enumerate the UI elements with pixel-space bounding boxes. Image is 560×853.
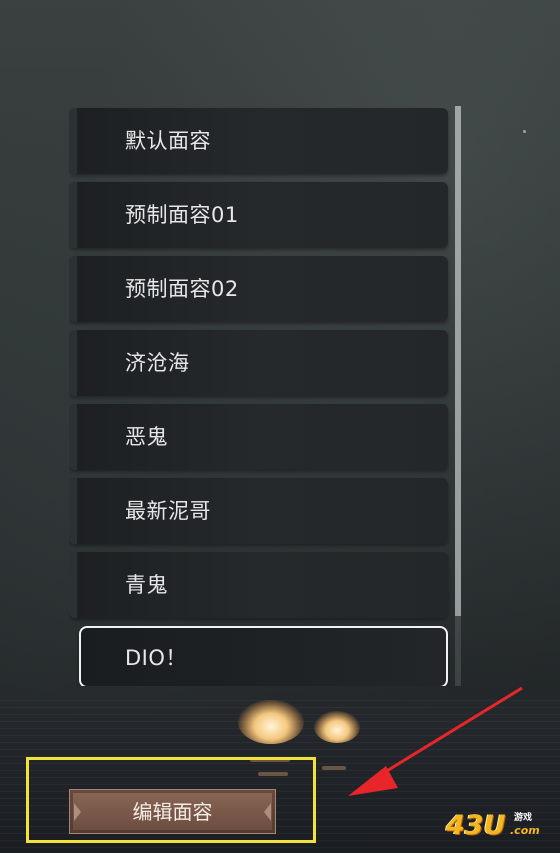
- face-preset-label: 恶鬼: [125, 425, 168, 449]
- list-scrollbar-thumb[interactable]: [455, 106, 461, 616]
- face-preset-label: 默认面容: [125, 129, 211, 153]
- annotation-arrow-icon: [348, 686, 523, 796]
- watermark-domain-text: .com: [510, 824, 540, 837]
- face-preset-label: 济沧海: [125, 351, 190, 375]
- dust-particle: [523, 130, 526, 133]
- floating-lantern: [238, 700, 304, 744]
- edit-face-button-label: 编辑面容: [132, 800, 213, 824]
- face-preset-item[interactable]: 默认面容: [69, 108, 448, 174]
- face-preset-label: 最新泥哥: [125, 499, 211, 523]
- face-preset-label: 青鬼: [125, 573, 168, 597]
- face-preset-item[interactable]: 济沧海: [69, 330, 448, 396]
- watermark-sub-text: 游戏: [514, 813, 533, 823]
- face-preset-label: 预制面容02: [125, 277, 239, 301]
- face-preset-list: 默认面容 预制面容01 预制面容02 济沧海 恶鬼 最新泥哥 青鬼 DIO！: [69, 106, 462, 686]
- watermark-logo-text: 43U: [446, 810, 506, 841]
- face-preset-label: DIO！: [125, 646, 187, 670]
- face-preset-item[interactable]: 预制面容01: [69, 182, 448, 248]
- edit-face-button[interactable]: 编辑面容: [69, 789, 276, 834]
- site-watermark: 43U 游戏 .com: [446, 810, 556, 846]
- face-preset-item-selected[interactable]: DIO！: [79, 626, 448, 686]
- face-preset-item[interactable]: 青鬼: [69, 552, 448, 618]
- face-preset-label: 预制面容01: [125, 203, 239, 227]
- face-preset-item[interactable]: 最新泥哥: [69, 478, 448, 544]
- face-preset-item[interactable]: 预制面容02: [69, 256, 448, 322]
- face-preset-item[interactable]: 恶鬼: [69, 404, 448, 470]
